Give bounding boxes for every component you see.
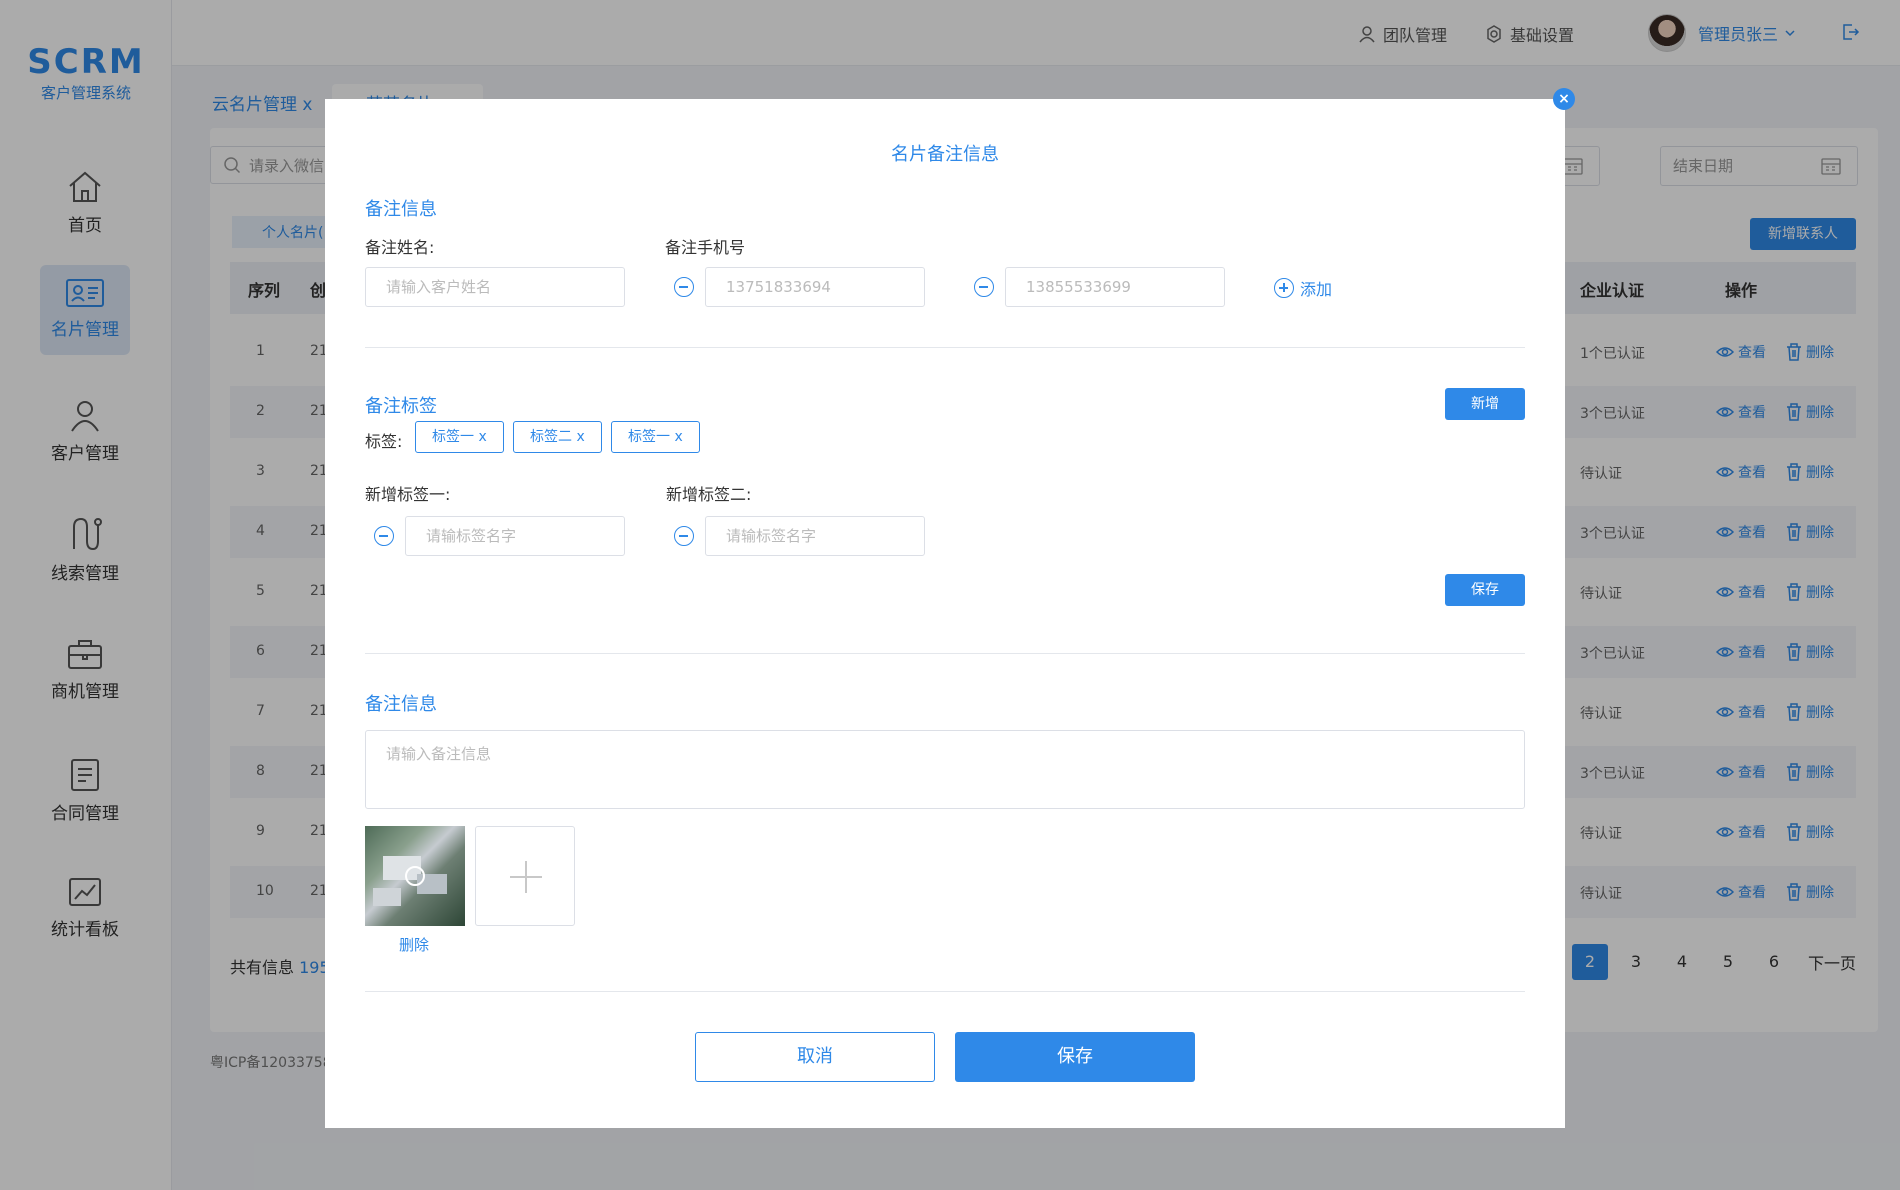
- close-icon[interactable]: x: [478, 429, 486, 445]
- new-tag-1-label: 新增标签一:: [365, 485, 451, 504]
- upload-image-button[interactable]: [475, 826, 575, 926]
- new-tag-2-label: 新增标签二:: [666, 485, 752, 504]
- modal-close-button[interactable]: ×: [1553, 88, 1575, 110]
- card-notes-modal: 名片备注信息 备注信息 备注姓名: 备注手机号 请输入客户姓名 13751833…: [325, 99, 1565, 1128]
- cancel-button[interactable]: 取消: [695, 1032, 935, 1082]
- divider: [365, 347, 1525, 348]
- image-building: [373, 888, 401, 906]
- tags-label: 标签:: [365, 432, 403, 451]
- save-button[interactable]: 保存: [955, 1032, 1195, 1082]
- name-input[interactable]: 请输入客户姓名: [365, 267, 625, 307]
- remarks-textarea[interactable]: 请输入备注信息: [365, 730, 1525, 809]
- remove-phone-1-icon[interactable]: [674, 277, 694, 297]
- phone-label: 备注手机号: [665, 238, 746, 257]
- zoom-in-icon[interactable]: [405, 866, 425, 886]
- plus-circle-icon: [1274, 278, 1294, 298]
- section-title-notes: 备注信息: [365, 199, 437, 220]
- uploaded-image[interactable]: [365, 826, 465, 926]
- remove-phone-2-icon[interactable]: [974, 277, 994, 297]
- tag-text: 标签一: [432, 429, 474, 445]
- add-phone-button[interactable]: 添加: [1274, 276, 1332, 300]
- close-icon[interactable]: x: [674, 429, 682, 445]
- phone-input-1[interactable]: 13751833694: [705, 267, 925, 307]
- section-title-remarks: 备注信息: [365, 694, 437, 715]
- name-label: 备注姓名:: [365, 238, 435, 257]
- add-label: 添加: [1300, 280, 1333, 299]
- tag-chip[interactable]: 标签一 x: [415, 421, 504, 453]
- modal-title: 名片备注信息: [891, 144, 999, 165]
- delete-image-link[interactable]: 删除: [399, 934, 429, 955]
- divider: [365, 653, 1525, 654]
- new-tag-button[interactable]: 新增: [1445, 388, 1525, 420]
- new-tag-1-input[interactable]: 请输标签名字: [405, 516, 625, 556]
- close-icon[interactable]: x: [576, 429, 584, 445]
- phone-input-2[interactable]: 13855533699: [1005, 267, 1225, 307]
- tag-chip[interactable]: 标签一 x: [611, 421, 700, 453]
- remove-tag-1-icon[interactable]: [374, 526, 394, 546]
- tag-text: 标签二: [530, 429, 572, 445]
- save-tags-button[interactable]: 保存: [1445, 574, 1525, 606]
- new-tag-2-input[interactable]: 请输标签名字: [705, 516, 925, 556]
- tag-text: 标签一: [628, 429, 670, 445]
- divider: [365, 991, 1525, 992]
- remove-tag-2-icon[interactable]: [674, 526, 694, 546]
- section-title-tags: 备注标签: [365, 396, 437, 417]
- tag-chip[interactable]: 标签二 x: [513, 421, 602, 453]
